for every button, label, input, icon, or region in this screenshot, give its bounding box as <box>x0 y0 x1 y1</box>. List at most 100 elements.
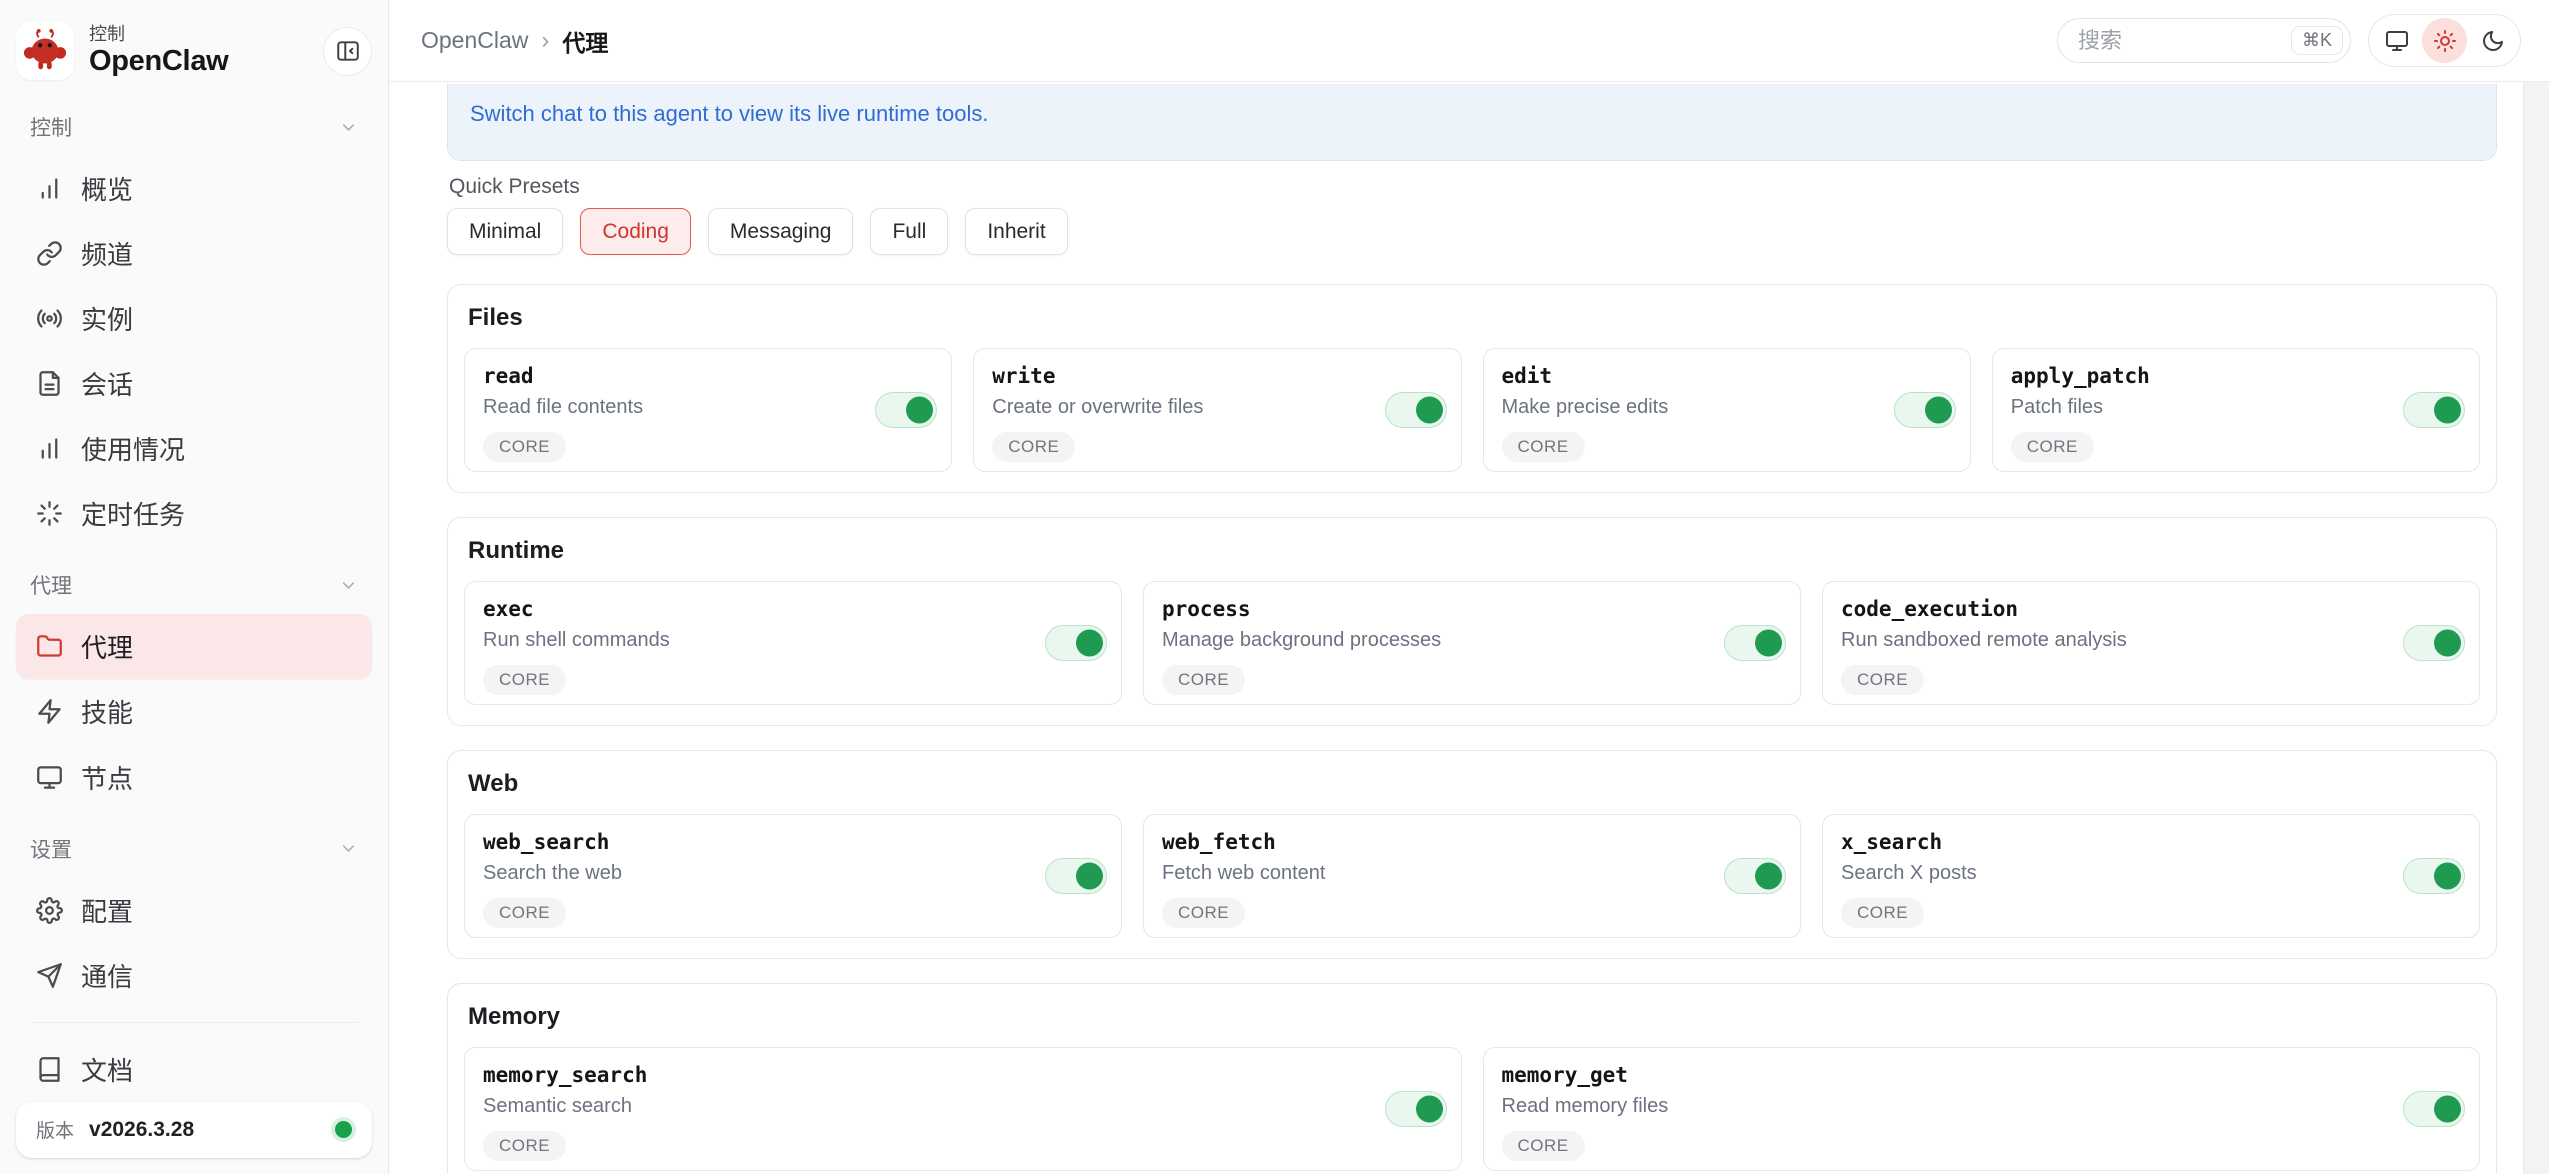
tool-description: Run sandboxed remote analysis <box>1841 629 2127 651</box>
sidebar-item-skills[interactable]: 技能 <box>16 679 372 744</box>
tool-name: memory_search <box>483 1063 648 1087</box>
tool-card-memory-search: memory_search Semantic search CORE <box>464 1047 1462 1171</box>
tool-grid: memory_search Semantic search CORE memor… <box>464 1047 2480 1171</box>
tool-description: Fetch web content <box>1162 862 1326 884</box>
sidebar-item-nodes[interactable]: 节点 <box>16 745 372 810</box>
tool-description: Create or overwrite files <box>992 396 1204 418</box>
status-dot <box>335 1121 352 1139</box>
breadcrumb-separator: › <box>541 26 550 54</box>
toggle-knob <box>1415 1095 1443 1123</box>
toggle-switch[interactable] <box>2403 858 2465 894</box>
sidebar-collapse-button[interactable] <box>323 26 372 76</box>
tool-name: exec <box>483 597 534 621</box>
toggle-knob <box>2434 629 2461 657</box>
sidebar-item-overview[interactable]: 概览 <box>16 156 372 221</box>
preset-messaging-button[interactable]: Messaging <box>707 208 854 255</box>
sidebar-item-label: 会话 <box>81 370 134 401</box>
brand-name: OpenClaw <box>89 44 229 77</box>
folder-icon <box>36 633 63 660</box>
section-title: Files <box>468 304 523 331</box>
toggle-knob <box>1755 629 1782 657</box>
send-icon <box>36 962 63 989</box>
section-title: Memory <box>468 1003 561 1030</box>
toggle-switch[interactable] <box>1045 625 1107 661</box>
version-value: v2026.3.28 <box>89 1117 195 1141</box>
core-badge: CORE <box>1841 898 1925 928</box>
tool-card-edit: edit Make precise edits CORE <box>1482 348 1971 472</box>
theme-switcher <box>2368 14 2521 67</box>
sidebar-item-usage[interactable]: 使用情况 <box>16 416 372 481</box>
monitor-icon <box>2385 30 2408 51</box>
preset-full-button[interactable]: Full <box>870 208 949 255</box>
sidebar-item-docs[interactable]: 文档 <box>16 1037 372 1102</box>
toggle-switch[interactable] <box>1724 625 1786 661</box>
chevron-down-icon <box>339 118 358 137</box>
sidebar-item-label: 使用情况 <box>81 435 186 466</box>
header-actions: ⌘K <box>2057 14 2521 67</box>
zap-icon <box>36 698 63 725</box>
theme-system-button[interactable] <box>2374 18 2419 63</box>
tool-description: Semantic search <box>483 1095 632 1117</box>
toggle-switch[interactable] <box>1724 858 1786 894</box>
tool-name: web_search <box>483 830 610 854</box>
sidebar-item-config[interactable]: 配置 <box>16 878 372 943</box>
toggle-switch[interactable] <box>2403 625 2465 661</box>
sidebar-section-label: 控制 <box>30 117 72 140</box>
sidebar-item-label: 配置 <box>81 896 134 927</box>
sidebar-item-scheduled-tasks[interactable]: 定时任务 <box>16 481 372 546</box>
theme-light-button[interactable] <box>2422 18 2467 63</box>
tool-grid: read Read file contents CORE write Creat… <box>464 348 2480 472</box>
preset-minimal-button[interactable]: Minimal <box>447 208 564 255</box>
sidebar-section-control[interactable]: 控制 <box>30 112 358 142</box>
toggle-switch[interactable] <box>1384 392 1447 428</box>
tool-card-web-search: web_search Search the web CORE <box>464 814 1122 938</box>
toggle-knob <box>2434 862 2461 890</box>
preset-coding-button[interactable]: Coding <box>580 208 691 255</box>
toggle-switch[interactable] <box>1045 858 1107 894</box>
sidebar-section-settings[interactable]: 设置 <box>30 834 358 864</box>
tool-card-web-fetch: web_fetch Fetch web content CORE <box>1143 814 1801 938</box>
tool-description: Search X posts <box>1841 862 1977 884</box>
core-badge: CORE <box>1501 432 1585 462</box>
toggle-switch[interactable] <box>2403 392 2465 428</box>
tool-card-memory-get: memory_get Read memory files CORE <box>1482 1047 2480 1171</box>
tool-name: apply_patch <box>2010 364 2150 388</box>
search-box[interactable]: ⌘K <box>2057 18 2351 63</box>
brand-eyebrow: 控制 <box>89 23 125 44</box>
sidebar-item-label: 文档 <box>81 1055 134 1086</box>
tool-description: Manage background processes <box>1162 629 1442 651</box>
sidebar-item-sessions[interactable]: 会话 <box>16 351 372 416</box>
search-input[interactable] <box>2078 27 2248 54</box>
core-badge: CORE <box>483 898 567 928</box>
core-badge: CORE <box>1501 1131 1585 1161</box>
core-badge: CORE <box>992 432 1076 462</box>
toggle-switch[interactable] <box>1384 1091 1447 1127</box>
breadcrumb-root[interactable]: OpenClaw <box>421 27 528 54</box>
tool-name: write <box>992 364 1056 388</box>
sidebar-item-label: 频道 <box>81 240 134 271</box>
main-content: Switch chat to this agent to view its li… <box>389 82 2523 1174</box>
moon-icon <box>2482 30 2503 51</box>
sidebar-item-agents[interactable]: 代理 <box>16 614 372 680</box>
tool-description: Search the web <box>483 862 622 884</box>
monitor-icon <box>36 764 63 791</box>
sun-icon <box>2433 29 2456 52</box>
toggle-switch[interactable] <box>1893 392 1956 428</box>
openclaw-logo <box>16 22 74 80</box>
tool-card-apply-patch: apply_patch Patch files CORE <box>1991 348 2480 472</box>
scrollbar[interactable] <box>2523 82 2549 1174</box>
sidebar-item-communication[interactable]: 通信 <box>16 943 372 1008</box>
sidebar-item-instances[interactable]: 实例 <box>16 286 372 351</box>
preset-inherit-button[interactable]: Inherit <box>965 208 1068 255</box>
toggle-knob <box>1924 396 1952 424</box>
core-badge: CORE <box>2010 432 2094 462</box>
toggle-knob <box>906 396 934 424</box>
sidebar-item-channels[interactable]: 频道 <box>16 221 372 286</box>
sidebar-section-agents[interactable]: 代理 <box>30 570 358 600</box>
theme-dark-button[interactable] <box>2470 18 2515 63</box>
tool-name: read <box>483 364 534 388</box>
toggle-switch[interactable] <box>2403 1091 2465 1127</box>
tool-name: memory_get <box>1501 1063 1628 1087</box>
book-icon <box>36 1056 63 1083</box>
toggle-switch[interactable] <box>875 392 938 428</box>
